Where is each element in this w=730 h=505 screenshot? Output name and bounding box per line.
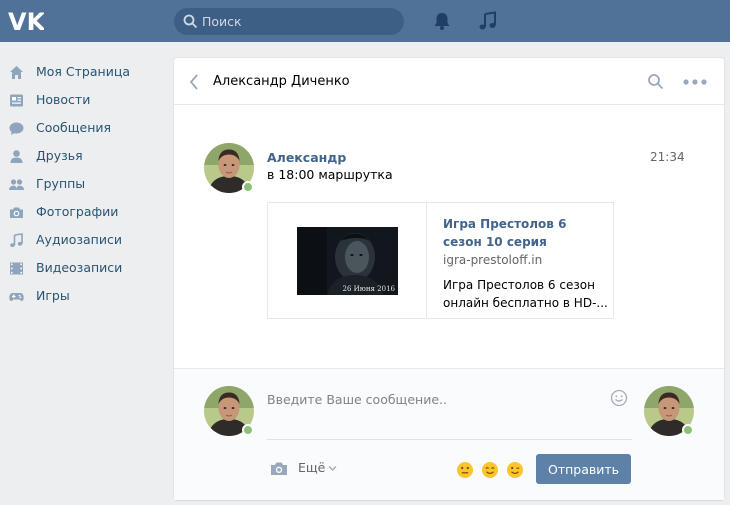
avatar[interactable]: [644, 386, 694, 436]
emoji-smile-icon[interactable]: [481, 461, 499, 479]
sidebar-item-videos[interactable]: Видеозаписи: [0, 254, 160, 282]
online-indicator: [242, 181, 254, 193]
bell-icon[interactable]: [432, 11, 452, 31]
sidebar-item-my-page[interactable]: Моя Страница: [0, 58, 160, 86]
groups-icon: [9, 179, 24, 190]
online-indicator: [242, 424, 254, 436]
camera-icon[interactable]: [270, 461, 288, 476]
more-attachments-label[interactable]: Ещё: [298, 460, 325, 475]
message-time: 21:34: [650, 150, 685, 164]
search-icon: [183, 14, 198, 29]
sidebar-item-label: Видеозаписи: [36, 260, 123, 275]
sidebar-item-groups[interactable]: Группы: [0, 170, 160, 198]
link-preview-domain: igra-prestoloff.in: [443, 253, 543, 267]
sidebar-item-label: Новости: [36, 92, 91, 107]
search-input[interactable]: [202, 8, 392, 35]
sidebar-item-label: Фотографии: [36, 204, 119, 219]
messages-icon: [9, 122, 24, 135]
online-indicator: [682, 424, 694, 436]
emoji-wink-icon[interactable]: [506, 461, 524, 479]
link-preview-image-caption: 26 Июня 2016: [342, 285, 395, 293]
friend-icon: [10, 150, 23, 163]
top-bar: VK: [0, 0, 730, 42]
music-note-icon: [10, 233, 23, 248]
gamepad-icon: [9, 293, 24, 301]
link-preview-card[interactable]: 26 Июня 2016 Игра Престолов 6 сезон 10 с…: [267, 202, 614, 319]
film-icon: [10, 262, 23, 275]
vk-logo[interactable]: VK: [8, 8, 44, 34]
sidebar-item-messages[interactable]: Сообщения: [0, 114, 160, 142]
sidebar-item-label: Группы: [36, 176, 86, 191]
sidebar-item-label: Аудиозаписи: [36, 232, 122, 247]
news-icon: [10, 94, 23, 107]
send-button[interactable]: Отправить: [536, 454, 631, 484]
emoji-neutral-icon[interactable]: [456, 461, 474, 479]
home-icon: [10, 66, 23, 79]
sidebar-item-label: Игры: [36, 288, 70, 303]
message-input[interactable]: [267, 389, 597, 409]
search-box: [174, 8, 404, 35]
dialog-panel: Александр Диченко Александр 21:34 в 18:0…: [174, 58, 724, 500]
sidebar-item-news[interactable]: Новости: [0, 86, 160, 114]
message-author[interactable]: Александр: [267, 150, 346, 165]
search-icon[interactable]: [647, 73, 664, 90]
compose-area: Ещё Отправить: [174, 368, 724, 500]
chat-title: Александр Диченко: [213, 74, 350, 89]
left-nav: Моя Страница Новости Сообщения Друзья Гр…: [0, 58, 160, 310]
dialog-header: Александр Диченко: [174, 58, 724, 105]
link-preview-description: Игра Престолов 6 сезон онлайн бесплатно …: [443, 278, 608, 310]
message-text: в 18:00 маршрутка: [267, 167, 393, 182]
back-arrow-icon[interactable]: [188, 73, 200, 91]
smile-icon[interactable]: [610, 389, 628, 407]
svg-text:VK: VK: [8, 8, 44, 34]
chevron-down-icon: [328, 466, 337, 471]
sidebar-item-label: Друзья: [36, 148, 83, 163]
sidebar-item-label: Сообщения: [36, 120, 112, 135]
music-note-icon[interactable]: [478, 11, 498, 31]
sidebar-item-photos[interactable]: Фотографии: [0, 198, 160, 226]
sidebar-item-label: Моя Страница: [36, 64, 130, 79]
link-preview-title[interactable]: Игра Престолов 6 сезон 10 серия: [443, 215, 603, 251]
more-options-icon[interactable]: [683, 78, 707, 86]
avatar[interactable]: [204, 143, 254, 193]
sidebar-item-audio[interactable]: Аудиозаписи: [0, 226, 160, 254]
link-preview-image: 26 Июня 2016: [297, 227, 398, 295]
link-preview-thumbnail: 26 Июня 2016: [268, 203, 427, 318]
avatar[interactable]: [204, 386, 254, 436]
camera-icon: [10, 207, 23, 218]
compose-divider: [267, 439, 632, 440]
sidebar-item-friends[interactable]: Друзья: [0, 142, 160, 170]
sidebar-item-games[interactable]: Игры: [0, 282, 160, 310]
